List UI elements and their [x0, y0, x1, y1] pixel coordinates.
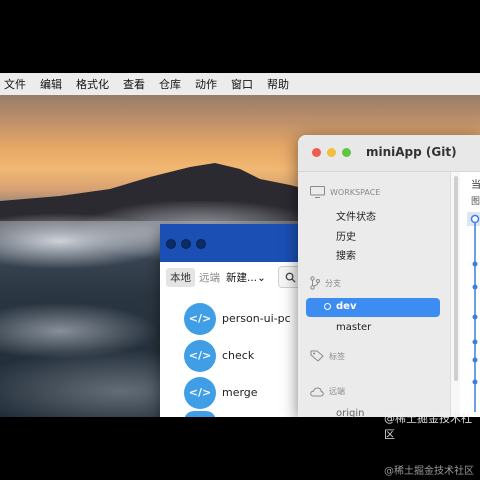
code-icon: </> — [184, 302, 216, 335]
code-icon: </> — [184, 339, 216, 372]
zoom-button[interactable] — [342, 148, 351, 157]
section-label: WORKSPACE — [330, 187, 381, 197]
detail-header: 当 — [471, 180, 480, 191]
window-title: miniApp (Git) — [366, 145, 457, 159]
watermark-overlay: @稀土掘金技术社区 — [384, 412, 472, 441]
tags-section-header: 标签 — [310, 350, 345, 362]
close-button[interactable] — [312, 148, 321, 157]
menu-repository[interactable]: 仓库 — [159, 76, 181, 92]
sidebar-item-branch-master[interactable]: master — [336, 322, 371, 333]
repo-name: merge — [222, 386, 258, 399]
menu-edit[interactable]: 编辑 — [40, 76, 62, 92]
cloud-icon — [310, 386, 324, 396]
sidebar-item-branch-dev[interactable]: dev — [306, 298, 440, 317]
search-icon — [285, 272, 296, 283]
repo-name: person-ui-pc — [222, 312, 291, 325]
remotes-section-header: 远端 — [310, 386, 345, 397]
section-label: 分支 — [325, 278, 341, 288]
menu-file[interactable]: 文件 — [4, 76, 26, 92]
code-icon: </> — [184, 376, 216, 409]
location-segmented-control: 本地 远端 新建...⌄ — [166, 268, 266, 287]
branch-icon — [310, 276, 320, 290]
code-icon — [184, 411, 216, 417]
tab-local[interactable]: 本地 — [166, 268, 195, 287]
list-item[interactable]: </> merge — [184, 374, 291, 411]
menu-help[interactable]: 帮助 — [267, 76, 289, 92]
detail-subheader: 图 — [471, 197, 480, 207]
monitor-icon — [310, 186, 325, 198]
section-label: 标签 — [329, 351, 345, 361]
repository-browser-window: 本地 远端 新建...⌄ </> person-ui-pc </> check … — [160, 224, 320, 417]
new-button[interactable]: 新建...⌄ — [226, 270, 266, 285]
repository-list: </> person-ui-pc </> check </> merge — [184, 300, 291, 417]
list-item[interactable]: </> check — [184, 337, 291, 374]
menu-bar: 文件 编辑 格式化 查看 仓库 动作 窗口 帮助 — [0, 73, 480, 95]
menu-actions[interactable]: 动作 — [195, 76, 217, 92]
zoom-button[interactable] — [196, 239, 206, 249]
detail-pane: 当 图 — [460, 172, 480, 417]
scrollbar-thumb[interactable] — [454, 176, 458, 381]
git-repository-window: miniApp (Git) WORKSPACE 文件状态 历史 搜索 分支 de… — [298, 135, 480, 417]
chevron-down-icon: ⌄ — [257, 272, 266, 284]
tag-icon — [310, 350, 324, 362]
menu-view[interactable]: 查看 — [123, 76, 145, 92]
minimize-button[interactable] — [181, 239, 191, 249]
title-bar[interactable] — [160, 224, 320, 262]
workspace-section-header: WORKSPACE — [310, 186, 380, 198]
current-branch-icon — [324, 303, 331, 310]
branches-section-header: 分支 — [310, 276, 341, 290]
sidebar-item-file-status[interactable]: 文件状态 — [336, 208, 376, 223]
sidebar-item-search[interactable]: 搜索 — [336, 247, 356, 262]
sidebar-item-history[interactable]: 历史 — [336, 228, 356, 243]
sidebar-item-remote[interactable]: origin — [336, 408, 364, 417]
title-bar[interactable]: miniApp (Git) — [298, 135, 480, 172]
section-label: 远端 — [329, 387, 345, 396]
menu-window[interactable]: 窗口 — [231, 76, 253, 92]
repo-name: check — [222, 349, 255, 362]
tab-remote[interactable]: 远端 — [195, 268, 224, 287]
close-button[interactable] — [166, 239, 176, 249]
sidebar: WORKSPACE 文件状态 历史 搜索 分支 dev master 标签 远端… — [298, 172, 450, 417]
commit-graph — [470, 214, 480, 412]
minimize-button[interactable] — [327, 148, 336, 157]
menu-format[interactable]: 格式化 — [76, 76, 109, 92]
list-item[interactable]: </> person-ui-pc — [184, 300, 291, 337]
watermark-credit: @稀土掘金技术社区 — [384, 466, 474, 477]
list-item[interactable] — [184, 411, 291, 417]
branch-label: dev — [336, 301, 357, 312]
new-button-label: 新建... — [226, 272, 258, 284]
